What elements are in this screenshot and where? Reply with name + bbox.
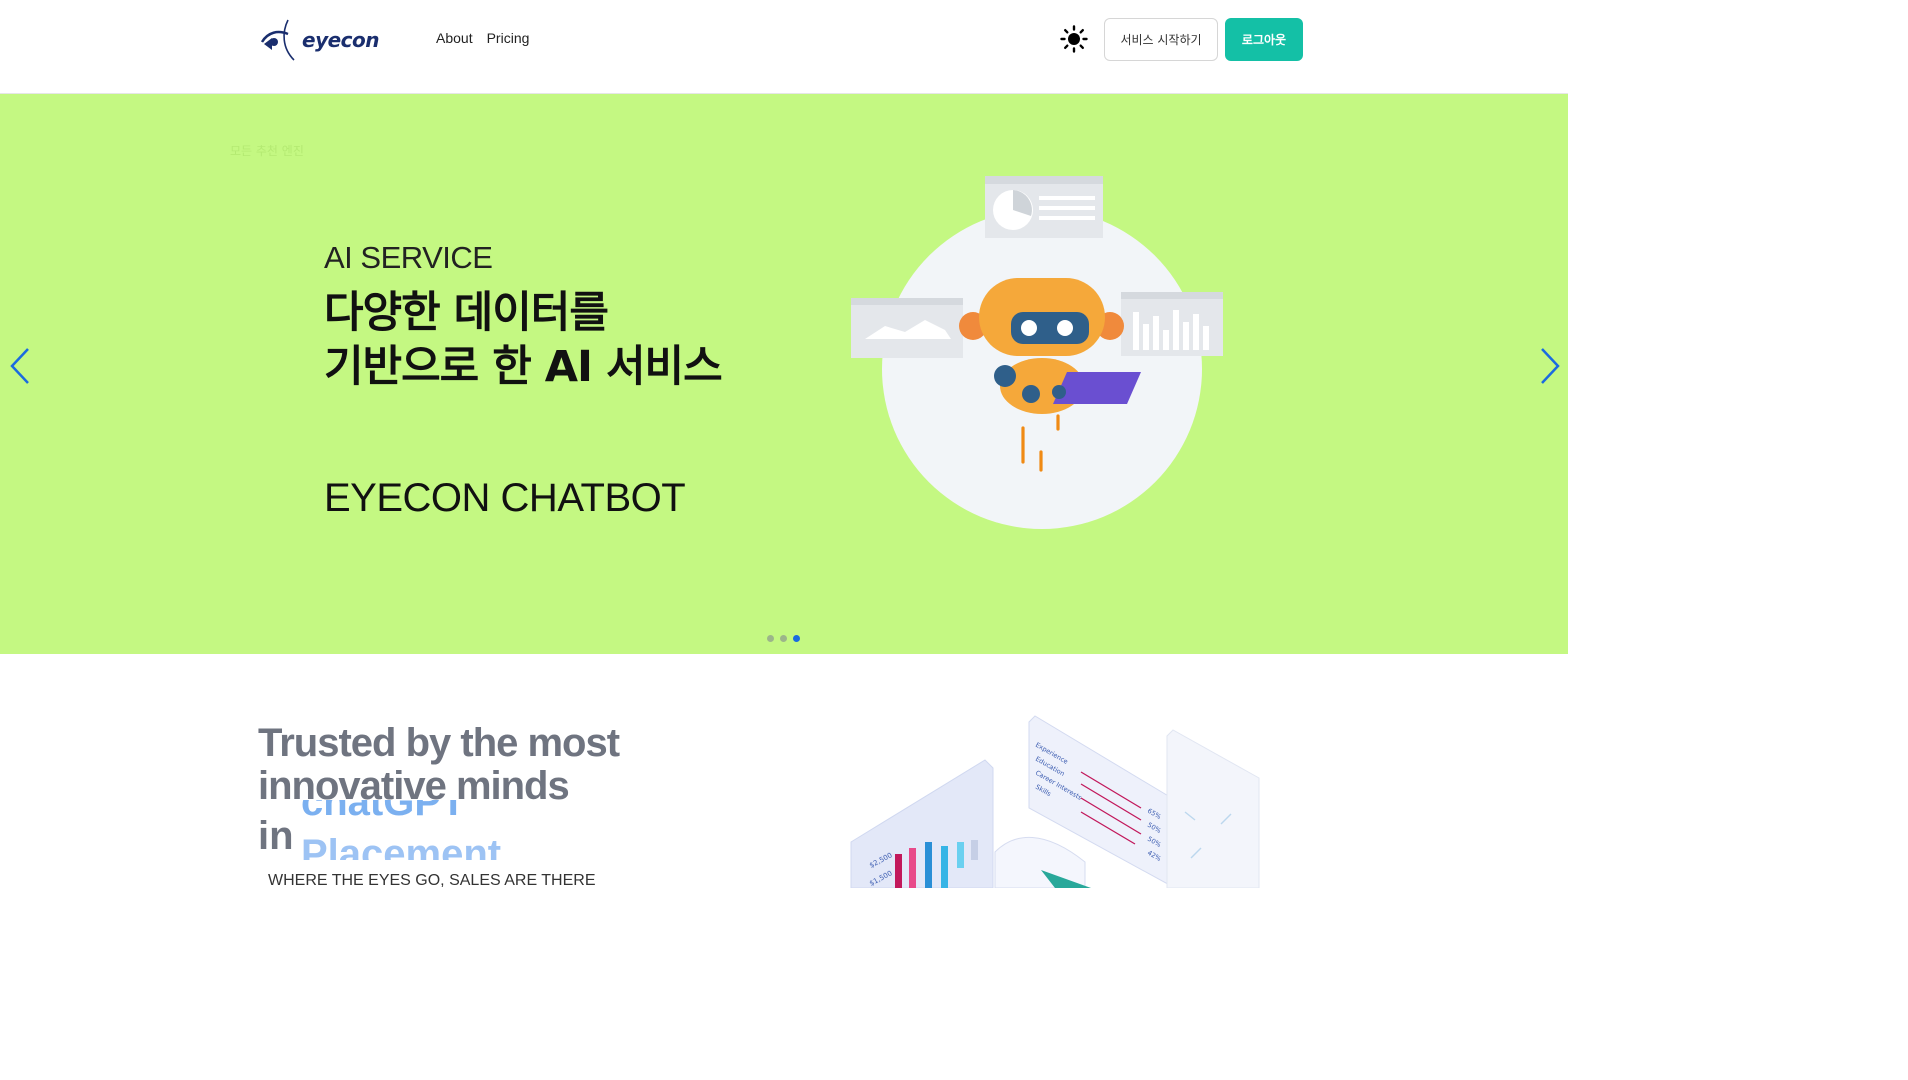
nav-about[interactable]: About [436,30,473,46]
analytics-dashboard-illustration: $2,500 $1,500 Experience Education Caree… [850,715,1260,888]
hero-kicker: AI SERVICE [324,240,493,275]
start-service-button[interactable]: 서비스 시작하기 [1104,18,1218,61]
carousel-dot-1[interactable] [767,635,774,642]
logo-text: eyecon [302,28,380,52]
nav-pricing[interactable]: Pricing [487,30,530,46]
rotating-prefix: in [258,814,294,858]
top-header: eyecon About Pricing 서비스 시작하기 로그아웃 [0,0,1568,94]
hero-title-line-1: 다양한 데이터를 [324,288,609,338]
rotating-word-1: chatGPT [301,800,466,824]
carousel-dot-2[interactable] [780,635,787,642]
hero-faint-text: 모든 추천 엔진 [230,144,304,158]
carousel-dot-3[interactable] [793,635,800,642]
hero-title-line-2: 기반으로 한 AI 서비스 [324,342,723,392]
section-heading: Trusted by the most innovative minds [258,721,620,808]
hero-title: 다양한 데이터를 기반으로 한 AI 서비스 [324,286,723,394]
tagline: WHERE THE EYES GO, SALES ARE THERE [268,872,596,889]
carousel-indicators [767,635,800,642]
logo[interactable]: eyecon [258,18,380,62]
hero-product-name: EYECON CHATBOT [324,476,686,520]
chevron-left-icon[interactable] [8,346,32,386]
rotating-text: in chatGPT Placement [258,800,658,860]
robot-illustration [851,176,1223,529]
rotating-word-2: Placement [301,832,502,860]
chevron-right-icon[interactable] [1538,346,1562,386]
logout-button[interactable]: 로그아웃 [1225,18,1303,61]
section-heading-line-1: Trusted by the most [258,721,620,765]
eye-logo-icon [260,19,295,61]
sun-icon[interactable] [1060,25,1088,53]
main-nav: About Pricing [436,30,529,46]
hero-carousel: 모든 추천 엔진 AI SERVICE 다양한 데이터를 기반으로 한 AI 서… [0,94,1568,654]
